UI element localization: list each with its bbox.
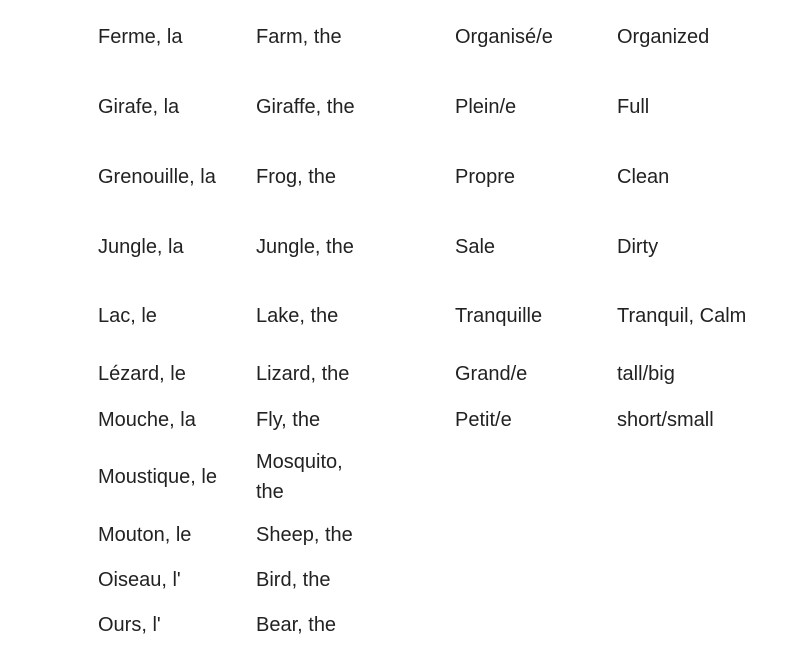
english-noun-cell: Lake, the (256, 305, 339, 327)
table-row: Moustique, le Mosquito, the (0, 442, 800, 512)
french-adjective-cell: Sale (455, 236, 496, 258)
english-noun-cell: Lizard, the (256, 363, 350, 385)
english-adjective-cell: Dirty (617, 236, 659, 258)
french-noun-cell: Mouton, le (98, 523, 192, 546)
english-noun-cell: Fly, the (256, 408, 321, 431)
english-noun-cell: Frog, the (256, 166, 337, 188)
english-noun-cell: Mosquito, the (256, 451, 343, 503)
table-row: Ferme, la Farm, the Organisé/e Organized (0, 2, 800, 72)
table-row: Jungle, la Jungle, the Sale Dirty (0, 212, 800, 282)
english-adjective-cell: Full (617, 96, 650, 118)
french-noun-cell: Mouche, la (98, 408, 196, 431)
english-noun-cell: Bird, the (256, 568, 331, 591)
english-noun-cell: Jungle, the (256, 236, 354, 258)
english-noun-cell: Farm, the (256, 26, 342, 48)
table-row: Mouche, la Fly, the Petit/e short/small (0, 397, 800, 442)
table-row: Mouton, le Sheep, the (0, 512, 800, 557)
table-row: Lac, le Lake, the Tranquille Tranquil, Calm (0, 281, 800, 351)
english-adjective-cell: Organized (617, 26, 710, 48)
french-adjective-cell: Organisé/e (455, 26, 553, 48)
english-noun-cell: Sheep, the (256, 523, 353, 546)
table-row: Grenouille, la Frog, the Propre Clean (0, 142, 800, 212)
french-adjective-cell: Propre (455, 166, 516, 188)
english-adjective-cell: short/small (617, 408, 714, 431)
french-noun-cell: Jungle, la (98, 236, 184, 258)
english-adjective-cell: Clean (617, 166, 670, 188)
english-adjective-cell: Tranquil, Calm (617, 305, 747, 327)
table-row: Oiseau, l' Bird, the (0, 557, 800, 602)
french-noun-cell: Lézard, le (98, 363, 186, 385)
french-noun-cell: Ours, l' (98, 613, 161, 636)
french-noun-cell: Moustique, le (98, 466, 217, 488)
table-row: Ours, l' Bear, the (0, 602, 800, 647)
french-noun-cell: Girafe, la (98, 96, 180, 118)
french-noun-cell: Ferme, la (98, 26, 183, 48)
table-row: Lézard, le Lizard, the Grand/e tall/big (0, 351, 800, 397)
french-adjective-cell: Petit/e (455, 408, 512, 431)
table-row: Girafe, la Giraffe, the Plein/e Full (0, 72, 800, 142)
french-noun-cell: Lac, le (98, 305, 157, 327)
french-noun-cell: Oiseau, l' (98, 568, 181, 591)
french-noun-cell: Grenouille, la (98, 166, 216, 188)
french-adjective-cell: Tranquille (455, 305, 543, 327)
french-adjective-cell: Plein/e (455, 96, 517, 118)
english-noun-cell: Giraffe, the (256, 96, 355, 118)
french-adjective-cell: Grand/e (455, 363, 528, 385)
english-adjective-cell: tall/big (617, 363, 675, 385)
english-noun-cell: Bear, the (256, 613, 337, 636)
